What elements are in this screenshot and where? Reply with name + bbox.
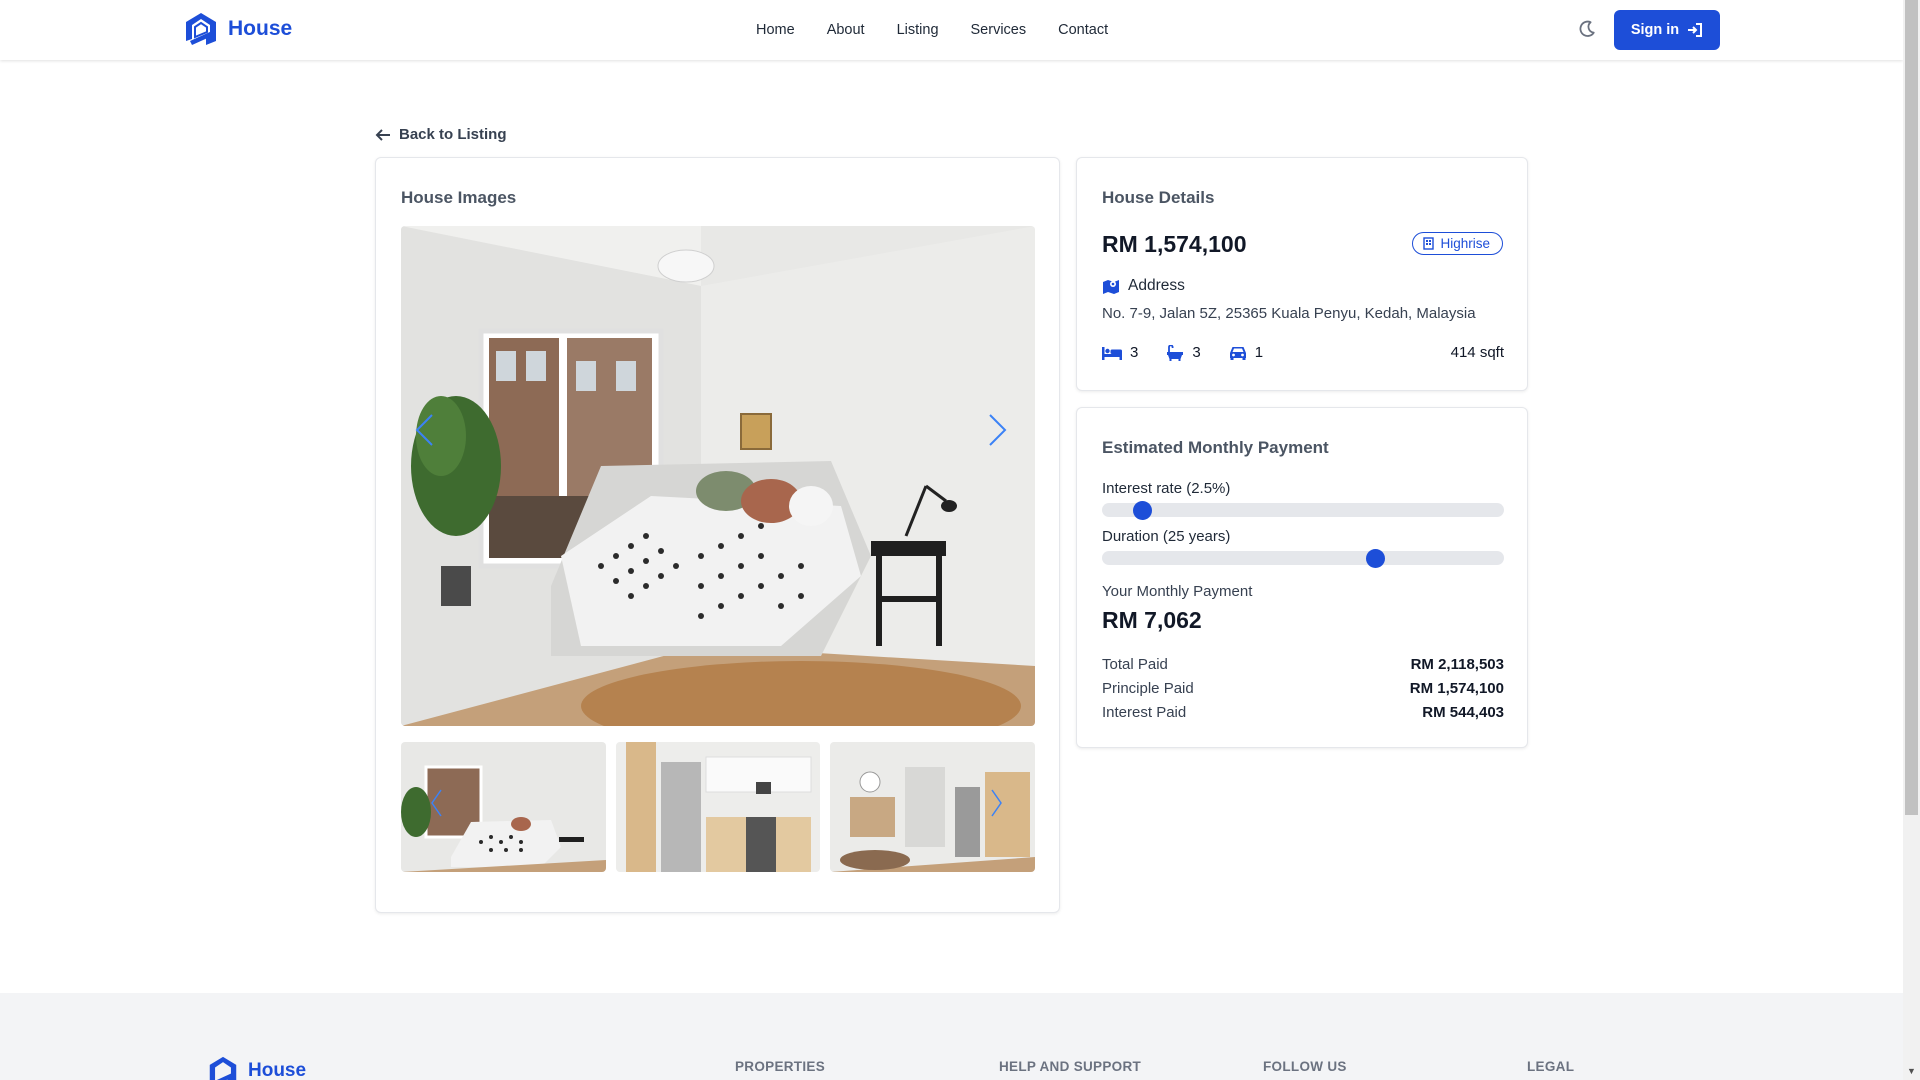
property-type-label: Highrise [1440, 236, 1490, 251]
total-paid-value: RM 2,118,503 [1410, 656, 1504, 673]
scroll-down-arrow-icon[interactable]: ▼ [1905, 1064, 1918, 1078]
dark-mode-toggle[interactable] [1578, 20, 1598, 40]
nav-link-listing[interactable]: Listing [897, 22, 939, 38]
monthly-payment-title: Estimated Monthly Payment [1102, 438, 1329, 457]
carousel-next-button[interactable] [986, 412, 1016, 452]
property-type-badge: Highrise [1412, 232, 1503, 255]
bedrooms-feature: 3 [1102, 344, 1138, 361]
arrow-left-icon [375, 128, 390, 141]
map-marker-icon [1103, 280, 1119, 294]
nav-link-home[interactable]: Home [756, 22, 795, 38]
principle-paid-row: Principle Paid RM 1,574,100 [1102, 680, 1504, 697]
thumbnail-living-room[interactable] [830, 742, 1036, 872]
property-features: 3 3 1 414 sqft [1102, 344, 1504, 361]
thumb-prev-overlay-icon [429, 788, 443, 823]
address-heading: Address [1102, 277, 1185, 295]
carousel-prev-button[interactable] [412, 412, 442, 452]
footer-brand[interactable]: House [208, 1055, 306, 1080]
bath-icon [1167, 344, 1184, 361]
building-icon [1423, 237, 1435, 250]
interest-rate-slider-thumb[interactable] [1133, 501, 1153, 520]
interest-paid-value: RM 544,403 [1422, 704, 1504, 721]
duration-slider[interactable] [1102, 549, 1504, 568]
back-to-listing-link[interactable]: Back to Listing [375, 126, 507, 143]
thumb-next-overlay-icon [990, 788, 1004, 823]
duration-slider-thumb[interactable] [1365, 549, 1385, 568]
duration-label: Duration (25 years) [1102, 528, 1231, 545]
moon-icon [1579, 20, 1595, 37]
main-house-image [401, 226, 1035, 726]
bedrooms-count: 3 [1130, 344, 1139, 361]
nav-link-services[interactable]: Services [971, 22, 1027, 38]
total-paid-row: Total Paid RM 2,118,503 [1102, 656, 1504, 673]
total-paid-label: Total Paid [1102, 656, 1168, 673]
sign-in-button[interactable]: Sign in [1614, 10, 1720, 50]
address-text: No. 7-9, Jalan 5Z, 25365 Kuala Penyu, Ke… [1102, 305, 1476, 322]
bathrooms-feature: 3 [1166, 344, 1201, 361]
interest-rate-label: Interest rate (2.5%) [1102, 480, 1231, 497]
parking-feature: 1 [1229, 344, 1263, 361]
principle-paid-label: Principle Paid [1102, 680, 1194, 697]
footer-brand-name: House [248, 1060, 307, 1080]
interest-paid-label: Interest Paid [1102, 704, 1187, 721]
house-price: RM 1,574,100 [1102, 231, 1247, 257]
footer-heading-legal: LEGAL [1527, 1059, 1575, 1074]
thumbnail-strip [401, 742, 1036, 872]
thumbnail-kitchen[interactable] [615, 742, 821, 872]
nav-links: Home About Listing Services Contact [756, 0, 1140, 60]
principle-paid-value: RM 1,574,100 [1409, 680, 1504, 697]
footer-heading-help-support: HELP AND SUPPORT [999, 1059, 1142, 1074]
footer: House PROPERTIES HELP AND SUPPORT FOLLOW… [0, 993, 1903, 1080]
house-images-title: House Images [401, 188, 517, 207]
interest-paid-row: Interest Paid RM 544,403 [1102, 704, 1504, 721]
brand-logo-link[interactable]: House [184, 11, 292, 47]
monthly-payment-label: Your Monthly Payment [1102, 583, 1253, 600]
back-to-listing-label: Back to Listing [399, 126, 507, 143]
interest-rate-slider[interactable] [1102, 501, 1504, 520]
house-logo-icon [186, 13, 216, 45]
sign-in-label: Sign in [1630, 22, 1680, 38]
car-icon [1229, 347, 1246, 360]
parking-count: 1 [1254, 344, 1264, 361]
bathrooms-count: 3 [1192, 344, 1201, 361]
house-images-card: House Images [375, 157, 1060, 913]
page-scrollbar-thumb[interactable] [1905, 0, 1918, 815]
nav-link-about[interactable]: About [827, 22, 865, 38]
chevron-right-icon [989, 414, 1007, 446]
footer-heading-properties: PROPERTIES [735, 1059, 826, 1074]
house-logo-icon [209, 1056, 237, 1080]
bed-icon [1102, 346, 1122, 360]
chevron-left-icon [415, 414, 433, 446]
kitchen-thumb-image [615, 742, 821, 872]
footer-heading-follow-us: FOLLOW US [1263, 1059, 1347, 1074]
navbar: House Home About Listing Services Contac… [0, 0, 1903, 60]
monthly-payment-card: Estimated Monthly Payment Interest rate … [1076, 407, 1528, 748]
bedroom-photo [401, 226, 1035, 726]
floor-area: 414 sqft [1450, 344, 1504, 361]
house-details-card: House Details RM 1,574,100 Highrise Addr… [1076, 157, 1528, 391]
monthly-payment-value: RM 7,062 [1102, 607, 1202, 633]
thumbnail-bedroom[interactable] [401, 742, 606, 872]
brand-name: House [228, 17, 293, 40]
sign-in-arrow-icon [1688, 23, 1703, 37]
address-label: Address [1128, 277, 1185, 294]
house-details-title: House Details [1102, 188, 1215, 207]
nav-link-contact[interactable]: Contact [1058, 22, 1108, 38]
